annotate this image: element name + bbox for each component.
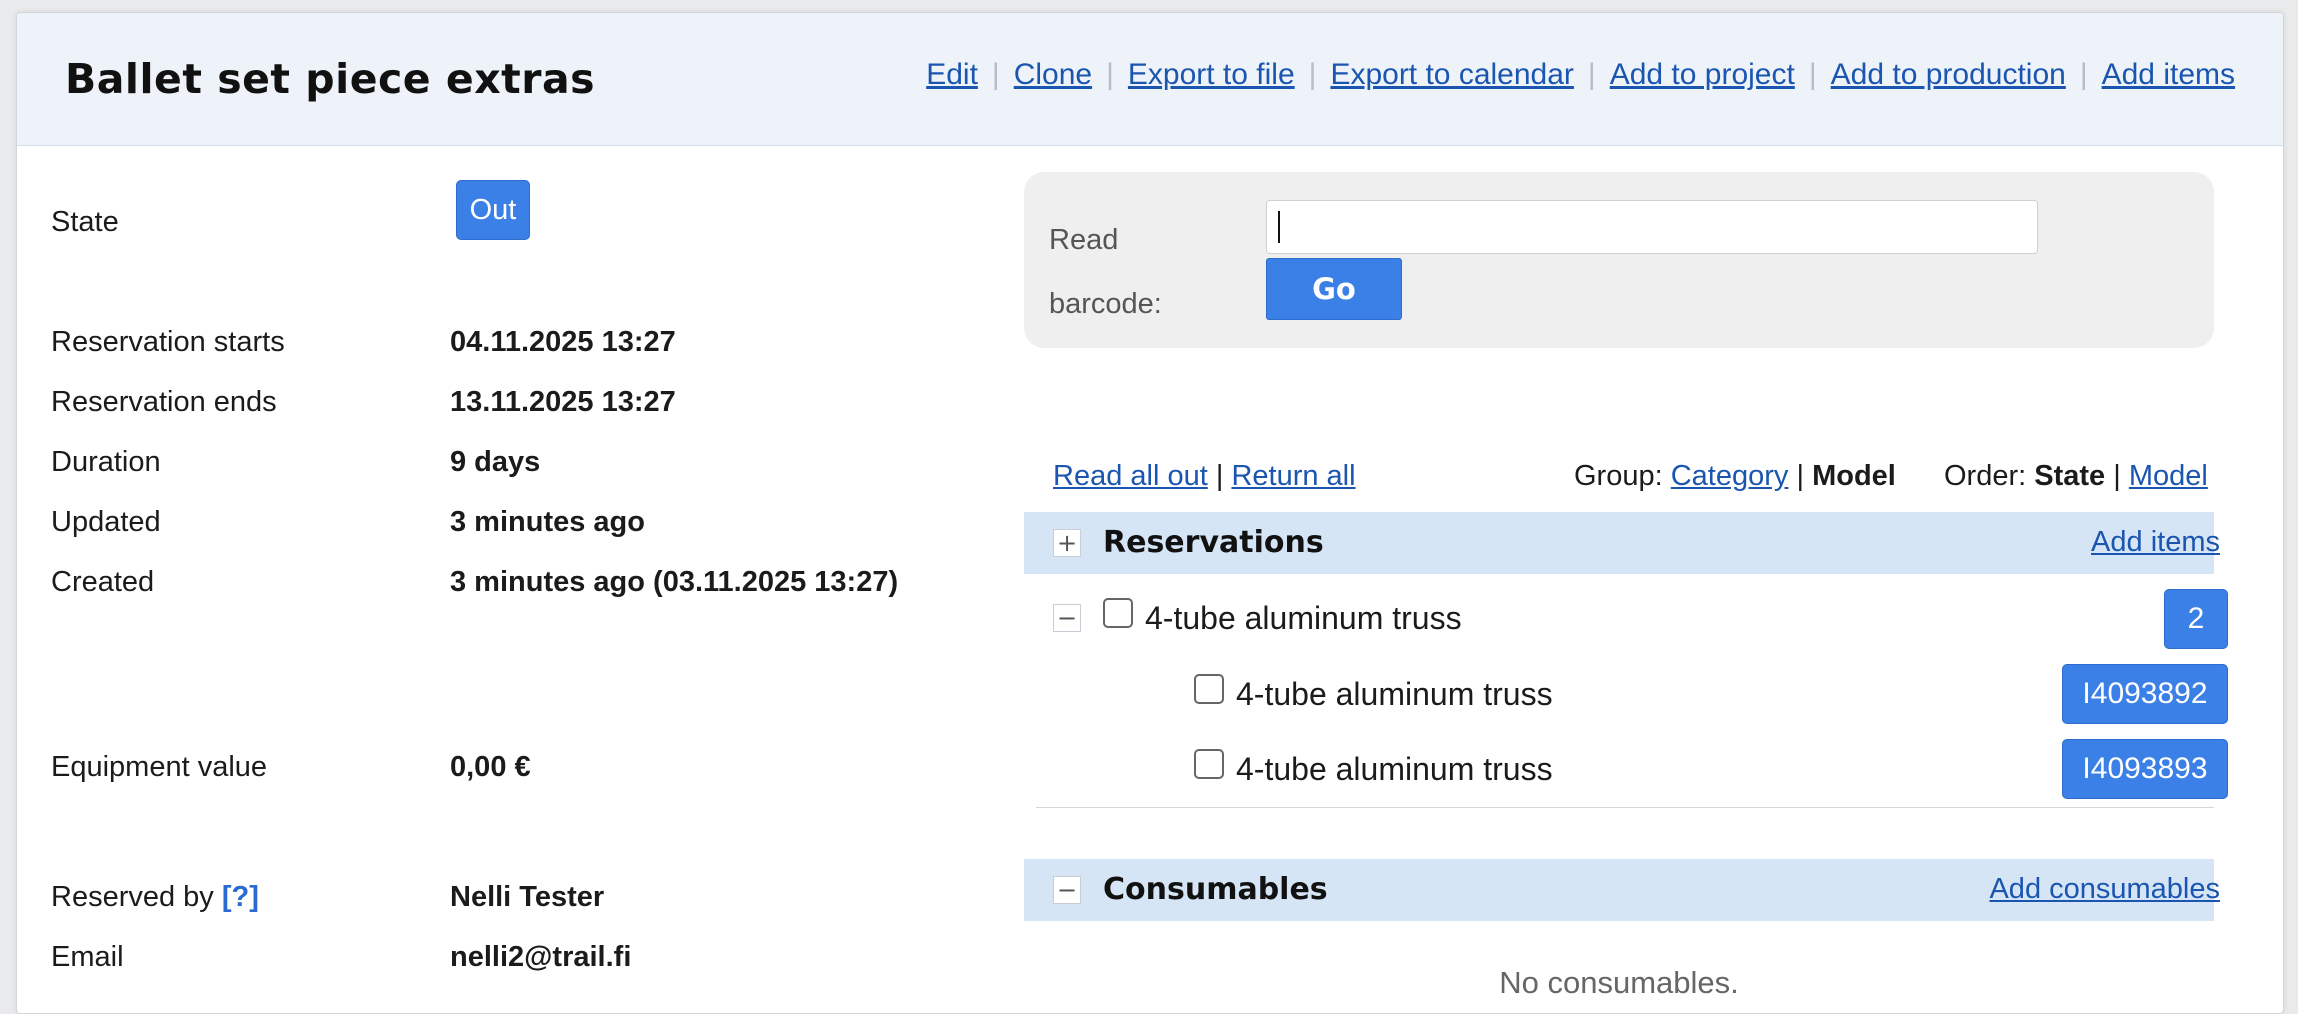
- text-caret: [1278, 211, 1280, 243]
- go-button[interactable]: Go: [1266, 258, 1402, 320]
- collapse-toggle[interactable]: −: [1053, 604, 1081, 632]
- barcode-reader-box: [1024, 172, 2214, 348]
- barcode-input[interactable]: [1266, 200, 2038, 254]
- order-selector: Order: State | Model: [1944, 460, 2208, 493]
- add-to-project-link[interactable]: Add to project: [1610, 58, 1795, 92]
- separator: |: [1106, 58, 1114, 91]
- group-label: Group:: [1574, 460, 1663, 492]
- empty-consumables-message: No consumables.: [1499, 965, 1739, 1000]
- page-header: Ballet set piece extras Edit | Clone | E…: [17, 13, 2283, 146]
- expand-toggle[interactable]: +: [1053, 529, 1081, 557]
- separator: |: [1587, 58, 1596, 91]
- order-label: Order:: [1944, 460, 2027, 492]
- order-state-selected: State: [2034, 460, 2106, 492]
- separator: |: [2079, 58, 2088, 91]
- separator: |: [2113, 460, 2121, 492]
- separator: |: [1308, 58, 1317, 91]
- group-selector: Group: Category | Model: [1574, 460, 1896, 493]
- consumables-title: Consumables: [1103, 872, 1328, 907]
- group-category-link[interactable]: Category: [1671, 460, 1789, 492]
- reservation-starts-label: Reservation starts: [51, 326, 285, 358]
- add-items-section-link[interactable]: Add items: [2091, 526, 2220, 559]
- item-code-badge[interactable]: I4093892: [2062, 664, 2228, 724]
- separator: |: [1215, 460, 1224, 492]
- equipment-value: 0,00 €: [450, 751, 531, 783]
- updated-value: 3 minutes ago: [450, 506, 645, 538]
- header-actions: Edit | Clone | Export to file | Export t…: [926, 58, 2235, 92]
- group-checkbox[interactable]: [1103, 598, 1133, 628]
- reserved-by-text: Reserved by: [51, 881, 214, 913]
- created-value: 3 minutes ago (03.11.2025 13:27): [450, 566, 899, 598]
- state-label: State: [51, 206, 119, 238]
- edit-link[interactable]: Edit: [926, 58, 978, 92]
- reserved-by-value: Nelli Tester: [450, 881, 605, 913]
- add-items-link[interactable]: Add items: [2102, 58, 2235, 92]
- page-title: Ballet set piece extras: [65, 55, 596, 103]
- reservation-ends-label: Reservation ends: [51, 386, 277, 418]
- bulk-actions: Read all out | Return all: [1053, 460, 1356, 493]
- group-model-selected: Model: [1812, 460, 1896, 492]
- order-model-link[interactable]: Model: [2129, 460, 2208, 492]
- add-consumables-link[interactable]: Add consumables: [1989, 873, 2220, 906]
- collapse-toggle[interactable]: −: [1053, 876, 1081, 904]
- created-label: Created: [51, 566, 155, 598]
- item-checkbox[interactable]: [1194, 674, 1224, 704]
- item-name: 4-tube aluminum truss: [1236, 676, 1553, 712]
- reserved-by-label: Reserved by [?]: [51, 881, 259, 914]
- separator: |: [1808, 58, 1817, 91]
- help-link[interactable]: [?]: [222, 881, 259, 913]
- divider: [1036, 807, 2214, 808]
- item-checkbox[interactable]: [1194, 749, 1224, 779]
- export-to-calendar-link[interactable]: Export to calendar: [1330, 58, 1573, 92]
- updated-label: Updated: [51, 506, 161, 538]
- item-code-badge[interactable]: I4093893: [2062, 739, 2228, 799]
- export-to-file-link[interactable]: Export to file: [1128, 58, 1295, 92]
- separator: |: [991, 58, 1000, 91]
- return-all-link[interactable]: Return all: [1231, 460, 1355, 492]
- duration-label: Duration: [51, 446, 161, 478]
- barcode-label-line2: barcode:: [1049, 288, 1162, 320]
- clone-link[interactable]: Clone: [1014, 58, 1092, 92]
- item-name: 4-tube aluminum truss: [1236, 751, 1553, 787]
- state-badge: Out: [456, 180, 530, 240]
- group-count-badge: 2: [2164, 589, 2228, 649]
- read-all-out-link[interactable]: Read all out: [1053, 460, 1208, 492]
- reservations-title: Reservations: [1103, 525, 1324, 560]
- equipment-value-label: Equipment value: [51, 751, 268, 783]
- separator: |: [1796, 460, 1805, 492]
- add-to-production-link[interactable]: Add to production: [1831, 58, 2066, 92]
- email-label: Email: [51, 941, 124, 973]
- group-name: 4-tube aluminum truss: [1145, 600, 1462, 636]
- reservation-ends-value: 13.11.2025 13:27: [450, 386, 676, 418]
- reservation-starts-value: 04.11.2025 13:27: [450, 326, 676, 358]
- email-value: nelli2@trail.fi: [450, 941, 632, 973]
- barcode-label-line1: Read: [1049, 224, 1119, 256]
- duration-value: 9 days: [450, 446, 541, 478]
